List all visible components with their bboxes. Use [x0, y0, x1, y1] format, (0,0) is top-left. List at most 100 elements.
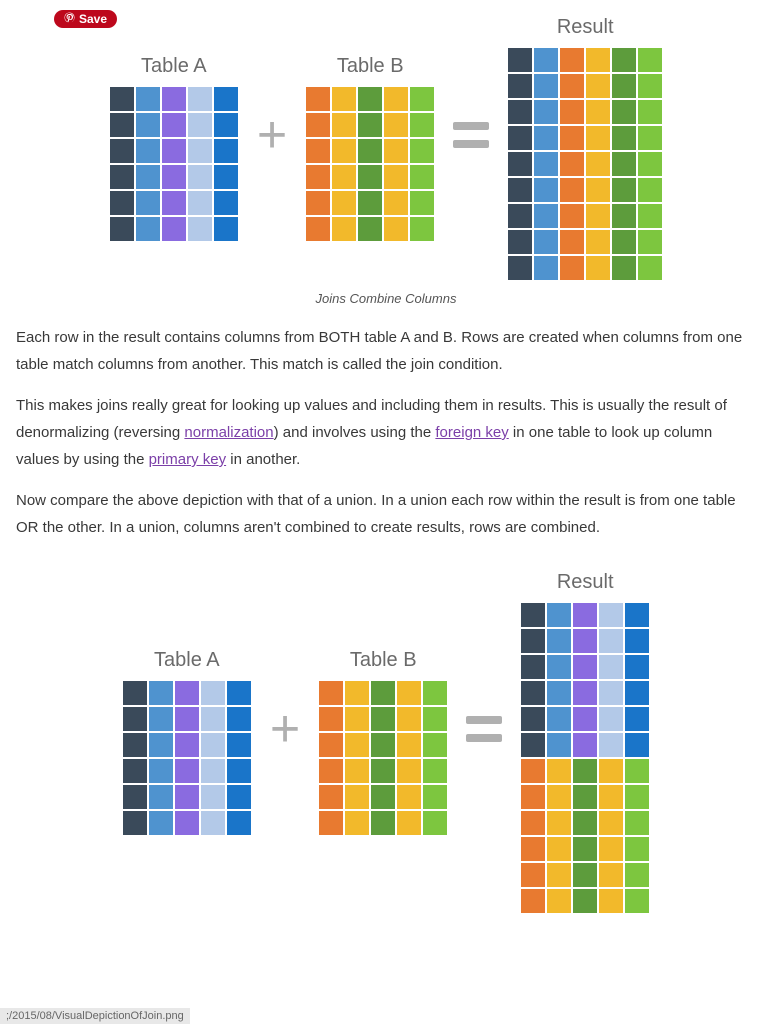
table-cell: [508, 230, 532, 254]
result-title: Result: [557, 16, 614, 39]
table-row: [122, 680, 252, 706]
table-cell: [397, 707, 421, 731]
table-cell: [586, 256, 610, 280]
table-cell: [534, 100, 558, 124]
table-row: [109, 164, 239, 190]
link-normalization[interactable]: normalization: [184, 424, 273, 441]
table-cell: [638, 100, 662, 124]
table-cell: [371, 733, 395, 757]
table-cell: [345, 785, 369, 809]
table-cell: [319, 707, 343, 731]
equals-icon: [466, 716, 502, 770]
table-cell: [410, 165, 434, 189]
table-b-col: Table B: [318, 649, 448, 836]
table-cell: [136, 113, 160, 137]
table-row: [109, 190, 239, 216]
pinterest-icon: [64, 12, 75, 26]
table-cell: [162, 87, 186, 111]
table-cell: [149, 811, 173, 835]
table-a-title: Table A: [154, 649, 220, 672]
table-cell: [625, 759, 649, 783]
table-cell: [410, 217, 434, 241]
table-cell: [560, 74, 584, 98]
table-cell: [547, 811, 571, 835]
table-row: [109, 138, 239, 164]
table-cell: [214, 165, 238, 189]
table-cell: [547, 603, 571, 627]
table-cell: [123, 707, 147, 731]
table-cell: [410, 191, 434, 215]
table-cell: [534, 126, 558, 150]
table-cell: [573, 655, 597, 679]
link-primary-key[interactable]: primary key: [149, 451, 227, 468]
table-cell: [612, 230, 636, 254]
result-grid-b: [520, 758, 650, 914]
table-cell: [162, 139, 186, 163]
table-cell: [201, 733, 225, 757]
table-cell: [332, 139, 356, 163]
table-cell: [149, 733, 173, 757]
table-cell: [547, 837, 571, 861]
table-cell: [586, 204, 610, 228]
table-cell: [423, 707, 447, 731]
table-cell: [573, 863, 597, 887]
table-cell: [638, 126, 662, 150]
table-cell: [547, 785, 571, 809]
table-cell: [123, 811, 147, 835]
status-bar: ;/2015/08/VisualDepictionOfJoin.png: [0, 1008, 190, 1024]
table-cell: [638, 204, 662, 228]
table-cell: [547, 759, 571, 783]
table-cell: [123, 785, 147, 809]
table-cell: [521, 863, 545, 887]
table-cell: [123, 733, 147, 757]
table-row: [318, 758, 448, 784]
table-cell: [638, 230, 662, 254]
table-cell: [332, 87, 356, 111]
table-cell: [612, 256, 636, 280]
table-cell: [423, 785, 447, 809]
table-cell: [521, 759, 545, 783]
table-cell: [599, 629, 623, 653]
table-cell: [201, 681, 225, 705]
table-cell: [136, 87, 160, 111]
table-cell: [560, 178, 584, 202]
table-cell: [384, 87, 408, 111]
table-cell: [586, 100, 610, 124]
table-row: [507, 229, 663, 255]
table-cell: [214, 217, 238, 241]
table-cell: [521, 681, 545, 705]
link-foreign-key[interactable]: foreign key: [435, 424, 508, 441]
table-row: [507, 73, 663, 99]
table-cell: [573, 707, 597, 731]
table-row: [109, 216, 239, 242]
table-cell: [599, 811, 623, 835]
table-cell: [201, 707, 225, 731]
table-row: [507, 177, 663, 203]
table-row: [305, 190, 435, 216]
table-cell: [175, 759, 199, 783]
plus-icon: +: [270, 703, 300, 783]
table-cell: [110, 113, 134, 137]
table-cell: [371, 785, 395, 809]
table-row: [122, 810, 252, 836]
table-cell: [625, 837, 649, 861]
table-cell: [612, 126, 636, 150]
table-cell: [573, 837, 597, 861]
table-cell: [586, 178, 610, 202]
table-cell: [332, 113, 356, 137]
table-row: [520, 810, 650, 836]
table-cell: [332, 217, 356, 241]
table-cell: [123, 759, 147, 783]
table-cell: [136, 165, 160, 189]
table-row: [122, 784, 252, 810]
table-cell: [625, 811, 649, 835]
table-cell: [149, 759, 173, 783]
table-row: [122, 758, 252, 784]
save-button[interactable]: Save: [54, 10, 117, 28]
table-cell: [534, 230, 558, 254]
table-cell: [521, 889, 545, 913]
paragraph-2: This makes joins really great for lookin…: [16, 392, 756, 473]
table-cell: [319, 733, 343, 757]
result-grid-a: [520, 602, 650, 758]
table-row: [318, 732, 448, 758]
